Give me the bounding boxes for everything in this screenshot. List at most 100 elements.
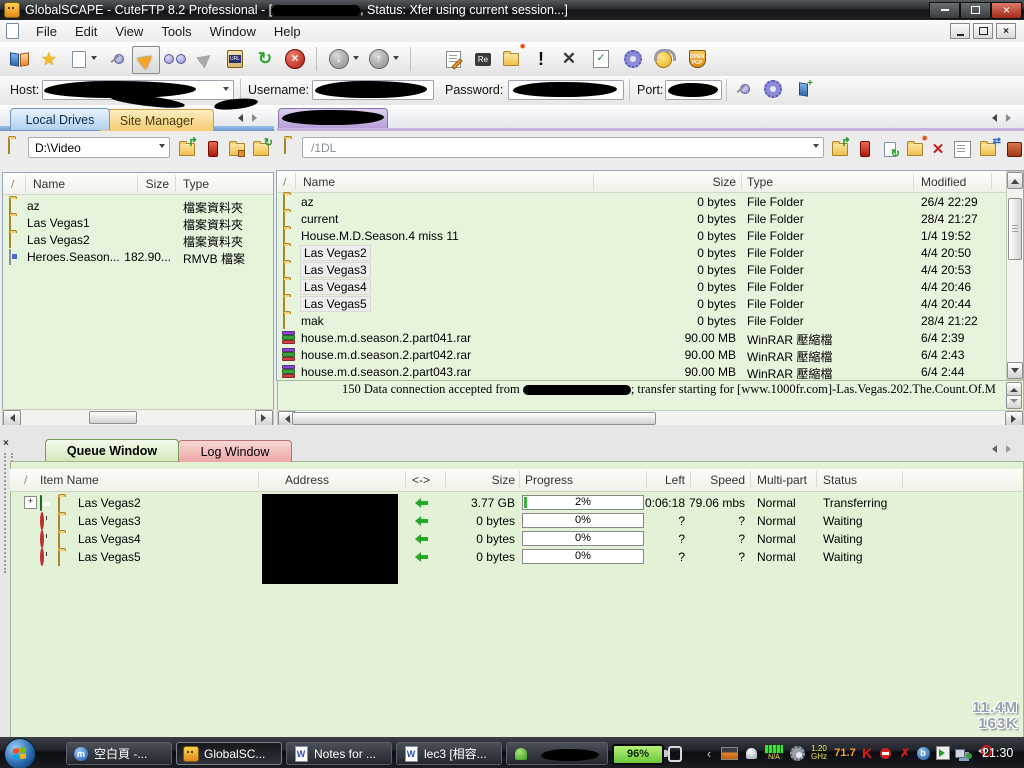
queue-row[interactable]: Las Vegas4 0 bytes 0% ? ? Normal Waiting	[10, 530, 1022, 548]
local-delete-icon[interactable]	[202, 138, 224, 160]
remote-compare-icon[interactable]: ⇄	[977, 138, 999, 160]
queue-col-size[interactable]: Size	[430, 473, 515, 487]
remote-file-row-selected[interactable]: Las Vegas3 0 bytes File Folder 4/4 20:53	[277, 261, 1023, 278]
queue-col-speed[interactable]: Speed	[660, 473, 745, 487]
local-root-folder-icon[interactable]	[226, 138, 248, 160]
remote-col-size[interactable]: Size	[637, 175, 736, 189]
tray-scheduler-x-icon[interactable]: ✗	[896, 742, 914, 764]
restore-button[interactable]	[960, 2, 991, 19]
remote-refresh-page-icon[interactable]: ↻	[879, 138, 901, 160]
host-dropdown-icon[interactable]	[218, 81, 233, 99]
connect-plug-icon[interactable]	[732, 78, 754, 100]
remote-filter-icon[interactable]	[1003, 138, 1024, 160]
queue-row[interactable]: Las Vegas5 0 bytes 0% ? ? Normal Waiting	[10, 548, 1022, 566]
tray-gear-icon[interactable]	[788, 742, 806, 764]
taskbar-button-cuteftp[interactable]: GlobalSC...	[176, 742, 282, 765]
local-file-row[interactable]: Las Vegas2 檔案資料夾	[3, 231, 273, 248]
queue-col-status[interactable]: Status	[823, 473, 857, 487]
mdi-close-button[interactable]: ×	[996, 23, 1016, 39]
scroll-thumb[interactable]	[1008, 198, 1022, 260]
mdi-document-icon[interactable]	[6, 23, 19, 39]
tray-bitcomet-icon[interactable]: b	[914, 742, 932, 764]
tab-scroll-right-icon[interactable]	[252, 114, 261, 122]
scroll-down-icon[interactable]	[1007, 362, 1023, 379]
stop-icon[interactable]: ×	[282, 46, 308, 72]
scroll-thumb[interactable]	[292, 412, 656, 425]
log-scroll-up-icon[interactable]	[1006, 382, 1022, 396]
menu-file[interactable]: File	[27, 22, 66, 41]
rename-icon[interactable]: Re	[470, 46, 496, 72]
scroll-right-icon[interactable]	[1005, 411, 1023, 426]
queue-col-sort[interactable]: /	[24, 473, 27, 487]
tray-media-icon[interactable]	[934, 742, 952, 764]
gear-icon[interactable]	[762, 78, 784, 100]
menu-edit[interactable]: Edit	[66, 22, 106, 41]
remote-col-modified[interactable]: Modified	[921, 175, 966, 189]
taskbar-button-word2[interactable]: W lec3 [相容...	[396, 742, 502, 765]
tray-picture-icon[interactable]	[720, 742, 738, 764]
remote-col-sort[interactable]: /	[283, 175, 286, 189]
tab-scroll-left-icon[interactable]	[234, 114, 243, 122]
url-clipboard-icon[interactable]: URL	[222, 46, 248, 72]
tray-kaspersky-icon[interactable]: K	[858, 742, 876, 764]
local-path-dropdown-icon[interactable]	[154, 138, 169, 157]
tray-network-icon[interactable]	[954, 742, 972, 764]
remote-delete-x-icon[interactable]: ✕	[927, 138, 949, 160]
queue-row[interactable]: + Las Vegas2 3.77 GB 2% 0:06:18 79.06 mb…	[10, 494, 1022, 512]
queue-tab-scroll-right-icon[interactable]	[1006, 445, 1015, 453]
local-path-combo[interactable]: D:\Video	[28, 137, 170, 158]
disconnect-icon[interactable]	[192, 46, 218, 72]
upload-icon[interactable]: ↑	[366, 46, 392, 72]
quick-connect-icon[interactable]	[132, 46, 160, 74]
queue-tab-scroll-left-icon[interactable]	[988, 445, 997, 453]
tray-chevron-icon[interactable]: ‹	[700, 742, 718, 764]
tray-cpu-frequency[interactable]: 1.20GHz	[806, 742, 832, 764]
taskbar-button-browser[interactable]: m 空白頁 -...	[66, 742, 172, 765]
remote-new-folder-icon[interactable]: ✸	[904, 138, 926, 160]
menu-help[interactable]: Help	[265, 22, 310, 41]
tray-blocked-icon[interactable]	[876, 742, 894, 764]
scroll-left-icon[interactable]	[3, 410, 21, 426]
scroll-up-icon[interactable]	[1007, 172, 1023, 189]
remote-tab-scroll-right-icon[interactable]	[1006, 114, 1015, 122]
remote-vscrollbar[interactable]	[1006, 171, 1024, 380]
remote-file-row[interactable]: mak 0 bytes File Folder 28/4 21:22	[277, 312, 1023, 329]
queue-col-multipart[interactable]: Multi-part	[757, 473, 807, 487]
new-dropdown-icon[interactable]	[88, 46, 100, 72]
site-manager-book-icon[interactable]	[6, 46, 32, 72]
edit-properties-icon[interactable]	[440, 46, 466, 72]
queue-close-icon[interactable]: ×	[3, 438, 9, 449]
close-button[interactable]: ×	[991, 2, 1022, 19]
connection-wizard-icon[interactable]: ★	[36, 46, 62, 72]
queue-col-address[interactable]: Address	[285, 473, 329, 487]
taskbar-button-messenger[interactable]	[506, 742, 608, 765]
local-col-sort[interactable]: /	[11, 177, 14, 191]
scroll-thumb[interactable]	[89, 411, 137, 424]
minimize-button[interactable]	[929, 2, 960, 19]
settings-gear-icon[interactable]	[620, 46, 646, 72]
tab-log-window[interactable]: Log Window	[178, 440, 292, 462]
download-dropdown-icon[interactable]	[350, 46, 362, 72]
tab-queue-window[interactable]: Queue Window	[45, 439, 179, 461]
upload-dropdown-icon[interactable]	[390, 46, 402, 72]
download-icon[interactable]: ↓	[326, 46, 352, 72]
start-button[interactable]	[4, 738, 36, 768]
expand-icon[interactable]: +	[24, 496, 37, 509]
battery-indicator[interactable]: 96%	[612, 744, 664, 765]
queue-col-direction[interactable]: <->	[412, 473, 430, 487]
verify-transfer-icon[interactable]: ✓	[588, 46, 614, 72]
remote-file-row[interactable]: house.m.d.season.2.part043.rar 90.00 MB …	[277, 363, 1023, 380]
scroll-right-icon[interactable]	[255, 410, 273, 426]
remote-file-row-selected[interactable]: Las Vegas2 0 bytes File Folder 4/4 20:50	[277, 244, 1023, 261]
remote-file-row[interactable]: House.M.D.Season.4 miss 11 0 bytes File …	[277, 227, 1023, 244]
queue-col-progress[interactable]: Progress	[525, 473, 573, 487]
tray-meter-icon[interactable]: N/A	[762, 742, 786, 764]
remote-file-row[interactable]: house.m.d.season.2.part041.rar 90.00 MB …	[277, 329, 1023, 346]
tab-local-drives[interactable]: Local Drives	[10, 108, 110, 130]
taskbar-clock[interactable]: 21:30	[982, 746, 1013, 760]
support-icon[interactable]	[650, 46, 676, 72]
remote-file-row[interactable]: house.m.d.season.2.part042.rar 90.00 MB …	[277, 346, 1023, 363]
local-col-size[interactable]: Size	[103, 177, 169, 191]
remote-file-row[interactable]: az 0 bytes File Folder 26/4 22:29	[277, 193, 1023, 210]
refresh-icon[interactable]: ↻	[252, 46, 278, 72]
